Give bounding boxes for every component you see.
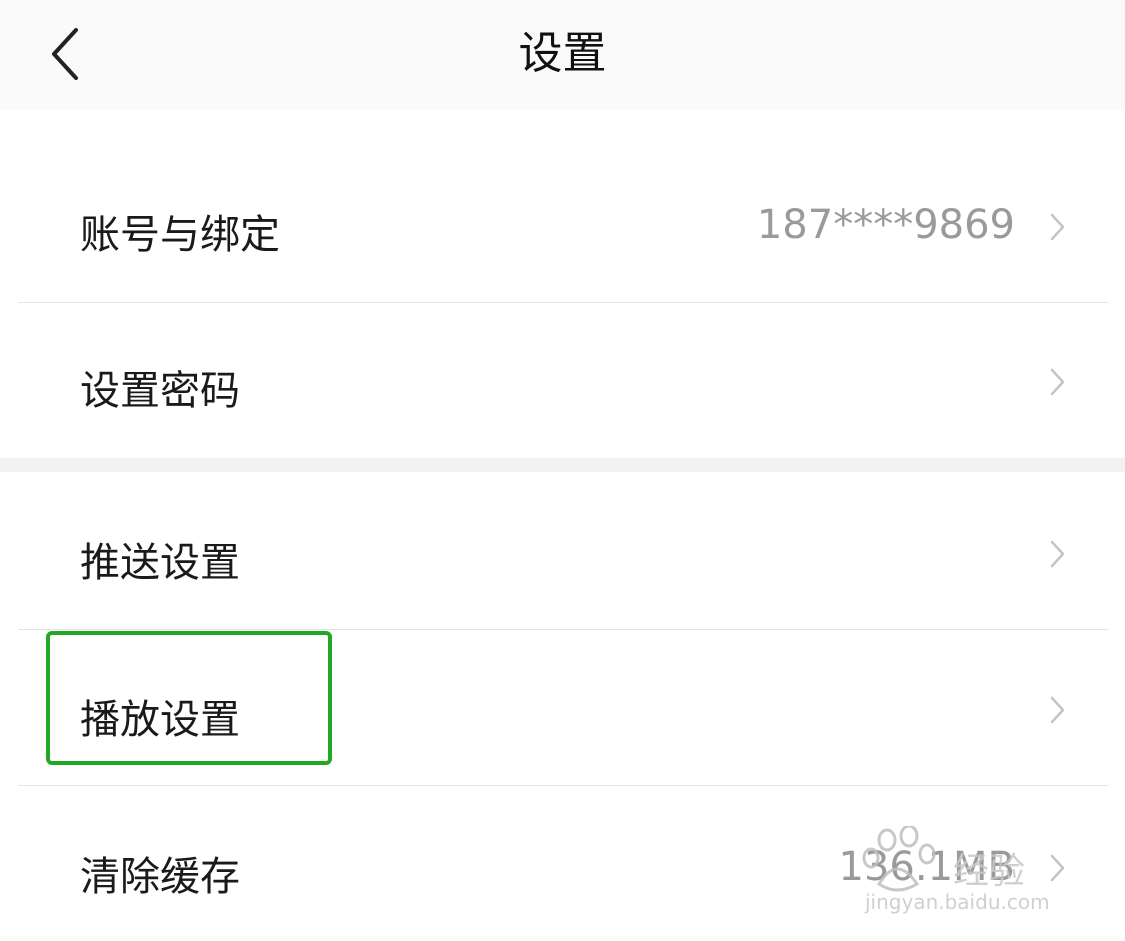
phone-value: 187****9869	[756, 202, 1015, 248]
row-label: 设置密码	[80, 368, 240, 414]
chevron-right-icon	[1050, 213, 1065, 241]
row-label: 账号与绑定	[80, 212, 280, 258]
row-playback-settings[interactable]: 播放设置	[0, 630, 1125, 785]
row-label: 推送设置	[80, 540, 240, 586]
chevron-right-icon	[1050, 696, 1065, 724]
chevron-right-icon	[1050, 540, 1065, 568]
row-label: 播放设置	[80, 697, 240, 743]
top-bar: 设置	[0, 0, 1125, 110]
row-push-settings[interactable]: 推送设置	[0, 472, 1125, 629]
chevron-right-icon	[1050, 368, 1065, 396]
section-gap	[0, 458, 1125, 472]
row-clear-cache[interactable]: 清除缓存 136.1MB	[0, 786, 1125, 941]
row-set-password[interactable]: 设置密码	[0, 303, 1125, 458]
row-label: 清除缓存	[80, 854, 240, 900]
cache-size-value: 136.1MB	[838, 844, 1015, 890]
chevron-right-icon	[1050, 854, 1065, 882]
page-title: 设置	[518, 28, 607, 79]
row-account-binding[interactable]: 账号与绑定 187****9869	[0, 152, 1125, 302]
